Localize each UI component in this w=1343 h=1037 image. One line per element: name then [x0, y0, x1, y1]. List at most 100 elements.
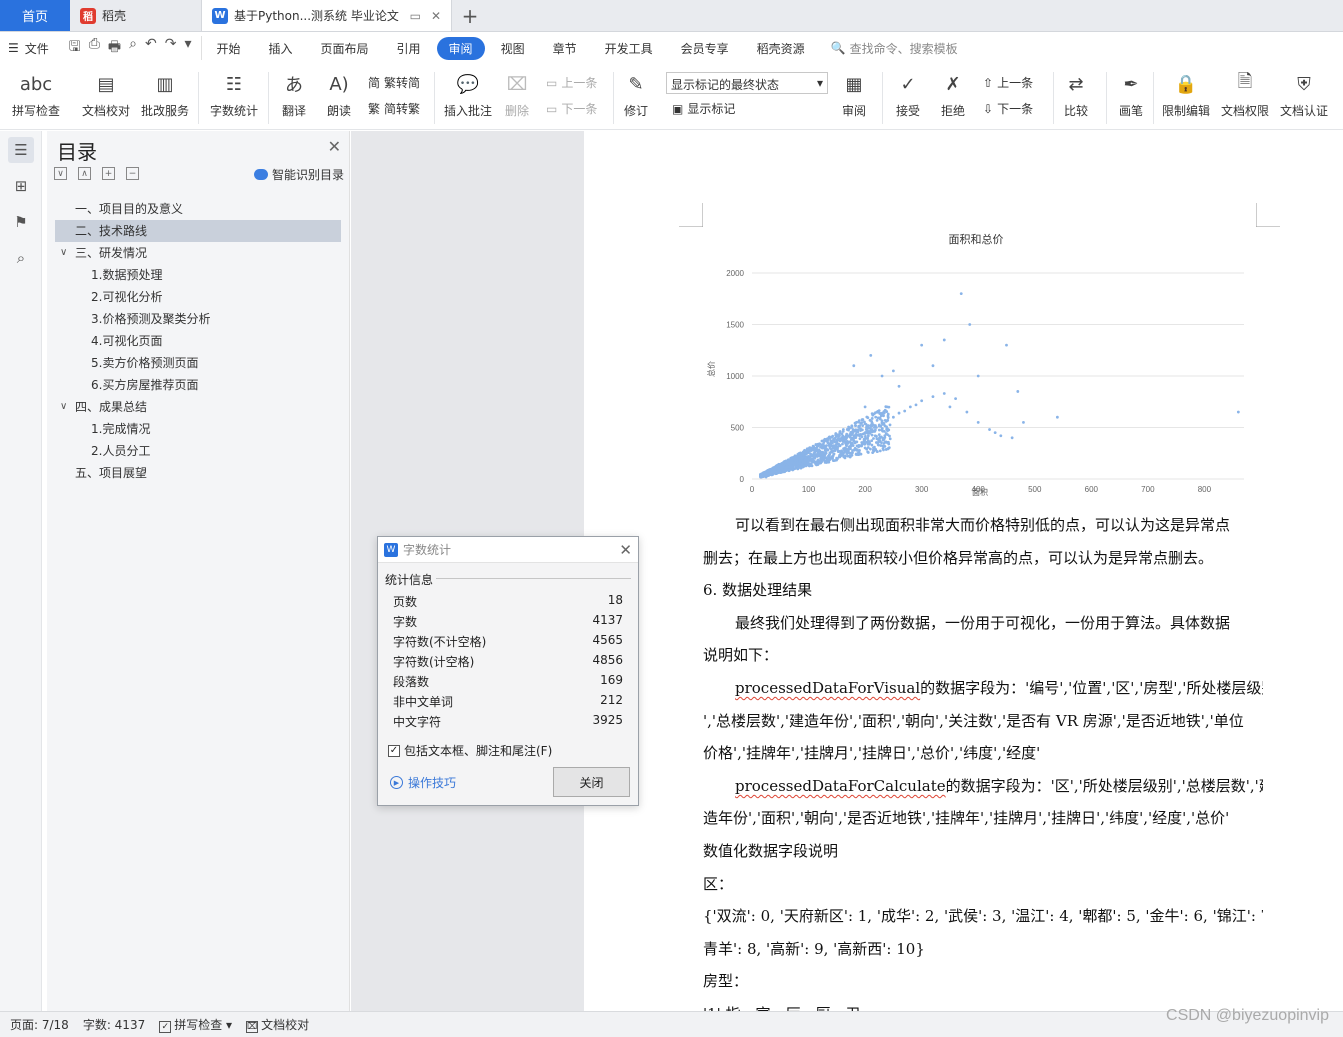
tab-home[interactable]: 首页	[0, 0, 70, 31]
word-count-button[interactable]: ☷ 字数统计	[210, 70, 258, 119]
document-page[interactable]: 面积和总价 面积 总价 0 500 1000 1500 2000 0 100 200 300 40…	[584, 131, 1343, 1011]
chevron-down-icon[interactable]: ∨	[60, 396, 67, 418]
toc-item[interactable]: 3.价格预测及聚类分析	[55, 308, 341, 330]
accept-icon: ✓	[900, 73, 916, 95]
tab-daoke[interactable]: 稻 稻壳	[70, 0, 202, 31]
translate-button[interactable]: あ翻译	[280, 70, 308, 119]
pen-button[interactable]: ✒ 画笔	[1117, 70, 1145, 119]
menu-tab[interactable]: 插入	[257, 37, 305, 60]
scatter-point	[770, 473, 774, 477]
menu-tab[interactable]: 开发工具	[593, 37, 665, 60]
toc-item[interactable]: 4.可视化页面	[55, 330, 341, 352]
scatter-point	[800, 462, 804, 466]
prev-change-button[interactable]: ⇧ 上一条	[983, 74, 1033, 91]
menu-tab[interactable]: 会员专享	[669, 37, 741, 60]
compare-button[interactable]: ⇄ 比较	[1062, 70, 1090, 119]
toc-item[interactable]: ∨ 三、研发情况	[55, 242, 341, 264]
save-icon[interactable]: 🖫	[69, 36, 81, 60]
review-pane-button[interactable]: ▦ 审阅	[840, 70, 868, 119]
word-count-indicator[interactable]: 字数: 4137	[83, 1016, 145, 1033]
close-icon[interactable]: ✕	[431, 9, 441, 23]
scatter-point	[808, 446, 812, 450]
menu-tab[interactable]: 页面布局	[309, 37, 381, 60]
compare-icon: ⇄	[1068, 73, 1084, 95]
print-preview-icon[interactable]: ⌕	[129, 36, 137, 60]
bookmark-icon[interactable]: ⚑	[8, 209, 34, 235]
spell-check-button[interactable]: abc 拼写检查	[12, 70, 60, 119]
remove-level-icon[interactable]: −	[126, 167, 139, 180]
review-service-button[interactable]: ▥ 批改服务	[141, 70, 189, 119]
menu-tab[interactable]: 开始	[204, 37, 252, 60]
menu-tab[interactable]: 引用	[385, 37, 433, 60]
simp-to-trad-button[interactable]: 繁简转繁	[368, 100, 420, 117]
menu-tab[interactable]: 稻壳资源	[745, 37, 817, 60]
accept-button[interactable]: ✓ 接受	[894, 70, 922, 119]
export-pdf-icon[interactable]: ⎙	[89, 36, 100, 60]
menu-tab[interactable]: 审阅	[436, 36, 485, 60]
undo-icon[interactable]: ↶	[145, 36, 157, 60]
doc-permission-button[interactable]: 🗎 文档权限	[1221, 70, 1269, 119]
menu-tab[interactable]: 视图	[489, 37, 537, 60]
file-menu[interactable]: ☰ 文件	[8, 40, 59, 57]
expand-icon[interactable]: ∧	[78, 167, 91, 180]
markup-state-select[interactable]: 显示标记的最终状态 ▾	[666, 72, 828, 94]
doc-paragraph-line: 删去；在最上方也出现面积较小但价格异常高的点，可以认为是异常点删去。	[703, 548, 1214, 567]
close-button[interactable]: 关闭	[553, 767, 630, 797]
toc-item[interactable]: 五、项目展望	[55, 462, 341, 484]
read-aloud-button[interactable]: A) 朗读	[325, 70, 353, 119]
print-icon[interactable]: 🖶	[108, 36, 121, 60]
scatter-point	[851, 449, 854, 452]
reject-button[interactable]: ✗ 拒绝	[939, 70, 967, 119]
scatter-point	[821, 454, 825, 458]
scatter-point	[823, 460, 827, 464]
scatter-point	[838, 439, 842, 443]
trad-to-simp-button[interactable]: 简繁转简	[368, 74, 420, 91]
toc-item[interactable]: 5.卖方价格预测页面	[55, 352, 341, 374]
pin-icon[interactable]: ▭	[410, 9, 421, 23]
menu-tab[interactable]: 章节	[541, 37, 589, 60]
prev-comment-button[interactable]: ▭ 上一条	[546, 74, 597, 91]
chapter-nav-icon[interactable]: ⊞	[8, 173, 34, 199]
include-textbox-checkbox[interactable]: ✓ 包括文本框、脚注和尾注(F)	[388, 742, 552, 759]
toc-item[interactable]: 2.人员分工	[55, 440, 341, 462]
toc-item[interactable]: 1.数据预处理	[55, 264, 341, 286]
next-change-button[interactable]: ⇩ 下一条	[983, 100, 1033, 117]
scatter-point	[838, 433, 841, 437]
redo-icon[interactable]: ↷	[165, 36, 177, 60]
command-search[interactable]: 🔍 查找命令、搜索模板	[831, 40, 958, 57]
search-icon[interactable]: ⌕	[8, 245, 34, 271]
collapse-icon[interactable]: ∨	[54, 167, 67, 180]
show-markup-button[interactable]: ▣ 显示标记	[672, 100, 735, 117]
scatter-point	[976, 374, 980, 378]
toc-item[interactable]: 2.可视化分析	[55, 286, 341, 308]
toc-item[interactable]: 二、技术路线	[55, 220, 341, 242]
chevron-down-icon[interactable]: ▾	[184, 36, 191, 60]
spell-check-status[interactable]: ✓ 拼写检查 ▾	[159, 1016, 232, 1033]
page-indicator[interactable]: 页面: 7/18	[10, 1016, 69, 1033]
track-changes-button[interactable]: ✎ 修订	[622, 70, 650, 119]
chevron-down-icon[interactable]: ∨	[60, 242, 67, 264]
add-level-icon[interactable]: +	[102, 167, 115, 180]
doc-proof-button[interactable]: ▤ 文档校对	[82, 70, 130, 119]
scatter-point	[849, 454, 852, 458]
tab-document[interactable]: W 基于Python...测系统 毕业论文 ▭ ✕	[202, 0, 452, 31]
new-tab-button[interactable]: +	[452, 0, 488, 31]
scatter-point	[798, 465, 802, 469]
play-icon: ▶	[390, 776, 403, 789]
insert-comment-button[interactable]: 💬 插入批注	[444, 70, 492, 119]
toc-item[interactable]: 1.完成情况	[55, 418, 341, 440]
toc-item[interactable]: ∨ 四、成果总结	[55, 396, 341, 418]
tips-link[interactable]: ▶ 操作技巧	[390, 774, 456, 791]
close-icon[interactable]: ✕	[328, 137, 341, 156]
close-icon[interactable]: ✕	[619, 541, 632, 559]
delete-comment-button[interactable]: ⌧ 删除	[503, 70, 531, 119]
doc-auth-button[interactable]: ⛨ 文档认证	[1280, 70, 1328, 119]
toc-item[interactable]: 6.买方房屋推荐页面	[55, 374, 341, 396]
toc-nav-icon[interactable]: ☰	[8, 137, 34, 163]
smart-toc-button[interactable]: 智能识别目录	[253, 166, 344, 183]
scatter-point	[868, 418, 872, 422]
next-comment-button[interactable]: ▭ 下一条	[546, 100, 597, 117]
toc-item[interactable]: 一、项目目的及意义	[55, 198, 341, 220]
doc-proof-status[interactable]: ⌧ 文档校对	[246, 1016, 309, 1033]
restrict-edit-button[interactable]: 🔒 限制编辑	[1162, 70, 1210, 119]
